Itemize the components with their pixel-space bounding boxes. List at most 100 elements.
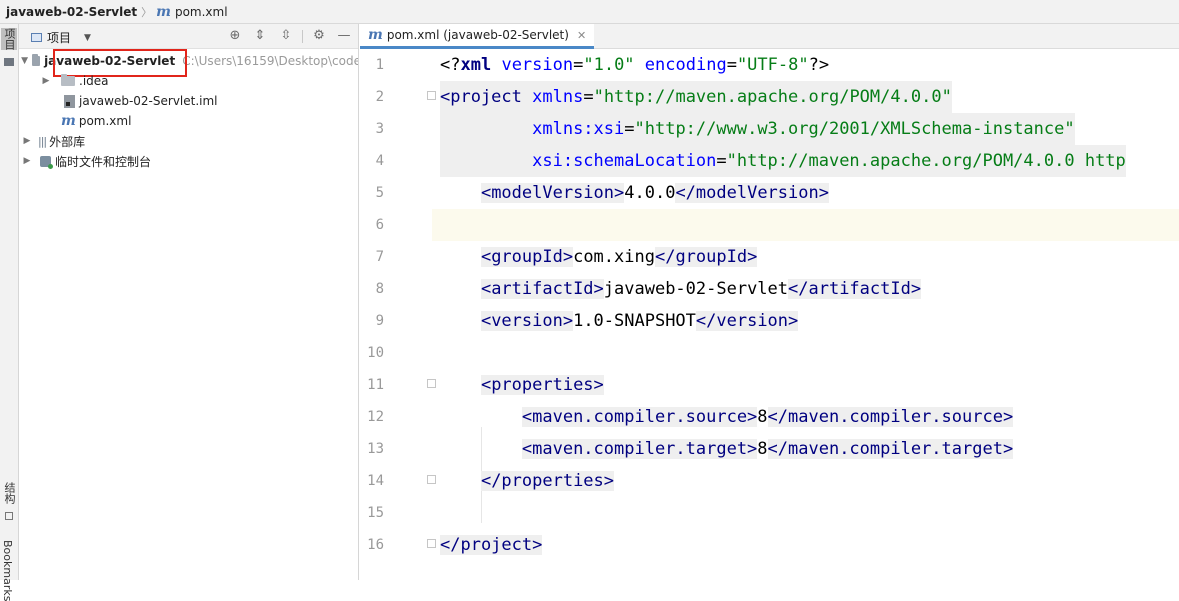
project-panel-header: 项目 ▼ ⊕ ⇕ ⇳ ⚙ — bbox=[19, 24, 358, 49]
locate-file-icon[interactable]: ⊕ bbox=[226, 27, 244, 45]
tree-item-pom[interactable]: m pom.xml bbox=[61, 111, 358, 131]
fold-icon[interactable] bbox=[427, 379, 436, 388]
code-line-text: <groupId>com.xing</groupId> bbox=[480, 247, 758, 267]
code-line: xsi:schemaLocation="http://maven.apache.… bbox=[432, 145, 1179, 177]
breadcrumb-file[interactable]: pom.xml bbox=[175, 5, 228, 19]
line-number: 14 bbox=[367, 473, 384, 489]
code-line: <version>1.0-SNAPSHOT</version> bbox=[432, 305, 1179, 337]
editor-area: m pom.xml (javaweb-02-Servlet) ✕ <?xml v… bbox=[360, 24, 1179, 580]
hide-panel-icon[interactable]: — bbox=[335, 27, 353, 45]
line-number: 13 bbox=[367, 441, 384, 457]
fold-icon[interactable] bbox=[427, 539, 436, 548]
project-view-icon bbox=[31, 33, 42, 42]
line-number: 6 bbox=[375, 217, 384, 233]
code-line: <groupId>com.xing</groupId> bbox=[432, 241, 1179, 273]
breadcrumb-project[interactable]: javaweb-02-Servlet bbox=[6, 5, 137, 19]
line-number: 11 bbox=[367, 377, 384, 393]
code-line: <?xml version="1.0" encoding="UTF-8"?> bbox=[432, 49, 1179, 81]
maven-file-icon: m bbox=[368, 27, 383, 43]
library-icon: ||| bbox=[38, 134, 47, 148]
code-line-text: <modelVersion>4.0.0</modelVersion> bbox=[480, 183, 829, 203]
breadcrumb: javaweb-02-Servlet 〉 m pom.xml bbox=[6, 4, 228, 20]
code-editor[interactable]: <?xml version="1.0" encoding="UTF-8"?> <… bbox=[432, 49, 1179, 580]
line-number: 10 bbox=[367, 345, 384, 361]
tab-label: pom.xml (javaweb-02-Servlet) bbox=[386, 28, 569, 42]
maven-file-icon: m bbox=[156, 4, 171, 20]
tree-item-label: javaweb-02-Servlet.iml bbox=[79, 94, 218, 108]
breadcrumb-separator-icon: 〉 bbox=[141, 6, 153, 19]
collapse-all-icon[interactable]: ⇳ bbox=[277, 27, 295, 45]
line-number: 5 bbox=[375, 185, 384, 201]
project-panel-title: 项目 bbox=[47, 31, 72, 45]
code-line: <modelVersion>4.0.0</modelVersion> bbox=[432, 177, 1179, 209]
line-number: 12 bbox=[367, 409, 384, 425]
code-line-text: xsi:schemaLocation="http://maven.apache.… bbox=[440, 145, 1126, 177]
module-folder-icon bbox=[31, 54, 41, 66]
maven-file-icon: m bbox=[61, 113, 76, 129]
chevron-right-icon[interactable]: ▶ bbox=[21, 156, 33, 166]
code-line-text: </properties> bbox=[480, 471, 615, 491]
project-panel: 项目 ▼ ⊕ ⇕ ⇳ ⚙ — ▼ javaweb-02-Servlet C:\U… bbox=[19, 24, 359, 580]
folder-icon bbox=[61, 74, 75, 86]
folder-icon bbox=[4, 58, 14, 66]
tree-item-path: C:\Users\16159\Desktop\code bbox=[182, 54, 359, 68]
tab-pom-xml[interactable]: m pom.xml (javaweb-02-Servlet) ✕ bbox=[360, 24, 595, 49]
code-line-text: <?xml version="1.0" encoding="UTF-8"?> bbox=[440, 55, 830, 75]
structure-tool-tab[interactable]: 结构 bbox=[1, 482, 17, 504]
project-view-selector[interactable]: 项目 ▼ bbox=[31, 29, 91, 46]
expand-all-icon[interactable]: ⇕ bbox=[251, 27, 269, 45]
tree-item-label: 外部库 bbox=[49, 134, 86, 149]
tree-item-scratches[interactable]: ▶ 临时文件和控制台 bbox=[21, 151, 358, 171]
code-line: xmlns:xsi="http://www.w3.org/2001/XMLSch… bbox=[432, 113, 1179, 145]
chevron-down-icon[interactable]: ▼ bbox=[84, 33, 91, 43]
code-line-text: <version>1.0-SNAPSHOT</version> bbox=[480, 311, 799, 331]
tree-item-label: .idea bbox=[79, 74, 109, 88]
code-line-text: </project> bbox=[440, 535, 543, 555]
code-line: <properties> bbox=[432, 369, 1179, 401]
tree-item-iml[interactable]: javaweb-02-Servlet.iml bbox=[64, 91, 358, 111]
structure-icon bbox=[5, 512, 13, 520]
line-number: 1 bbox=[375, 57, 384, 73]
tree-item-label: 临时文件和控制台 bbox=[55, 154, 152, 169]
fold-icon[interactable] bbox=[427, 475, 436, 484]
tree-item-external-libraries[interactable]: ▶ ||| 外部库 bbox=[21, 131, 358, 151]
gear-icon[interactable]: ⚙ bbox=[310, 27, 328, 45]
scratches-icon bbox=[40, 155, 53, 169]
navigation-bar: javaweb-02-Servlet 〉 m pom.xml bbox=[0, 0, 1179, 24]
code-line: </properties> bbox=[432, 465, 1179, 497]
code-line-text: <maven.compiler.source>8</maven.compiler… bbox=[521, 407, 1014, 427]
line-number: 4 bbox=[375, 153, 384, 169]
project-tool-tab[interactable]: 项目 bbox=[1, 28, 17, 50]
code-line: <artifactId>javaweb-02-Servlet</artifact… bbox=[432, 273, 1179, 305]
tree-item-idea[interactable]: ▶ .idea bbox=[40, 71, 358, 91]
code-line-text: <maven.compiler.target>8</maven.compiler… bbox=[521, 439, 1014, 459]
fold-icon[interactable] bbox=[427, 91, 436, 100]
chevron-right-icon[interactable]: ▶ bbox=[40, 76, 52, 86]
line-number: 16 bbox=[367, 537, 384, 553]
code-line: <maven.compiler.source>8</maven.compiler… bbox=[432, 401, 1179, 433]
iml-file-icon bbox=[64, 94, 75, 108]
toolbar-divider bbox=[302, 30, 303, 43]
code-line-text: xmlns:xsi="http://www.w3.org/2001/XMLSch… bbox=[440, 113, 1075, 145]
bookmarks-tool-tab[interactable]: Bookmarks bbox=[1, 540, 14, 601]
code-line-text: <artifactId>javaweb-02-Servlet</artifact… bbox=[480, 279, 922, 299]
code-line: <maven.compiler.target>8</maven.compiler… bbox=[432, 433, 1179, 465]
code-line-text: <properties> bbox=[480, 375, 604, 395]
line-number: 9 bbox=[375, 313, 384, 329]
chevron-right-icon[interactable]: ▶ bbox=[21, 136, 33, 146]
editor-tab-bar: m pom.xml (javaweb-02-Servlet) ✕ bbox=[360, 24, 1179, 49]
chevron-down-icon[interactable]: ▼ bbox=[21, 56, 28, 66]
line-number: 8 bbox=[375, 281, 384, 297]
tool-window-stripe: 项目 结构 Bookmarks bbox=[0, 24, 19, 601]
code-line: <project xmlns="http://maven.apache.org/… bbox=[432, 81, 1179, 113]
code-line-current bbox=[432, 209, 1179, 241]
line-number: 2 bbox=[375, 89, 384, 105]
code-line: </project> bbox=[432, 529, 1179, 561]
line-number-gutter: 1 2 3 4 5 6 7 8 9 10 11 12 13 14 15 16 bbox=[360, 49, 436, 580]
code-line-text: <project xmlns="http://maven.apache.org/… bbox=[440, 81, 952, 113]
tree-item-label: pom.xml bbox=[78, 114, 132, 128]
close-icon[interactable]: ✕ bbox=[577, 29, 586, 42]
line-number: 7 bbox=[375, 249, 384, 265]
